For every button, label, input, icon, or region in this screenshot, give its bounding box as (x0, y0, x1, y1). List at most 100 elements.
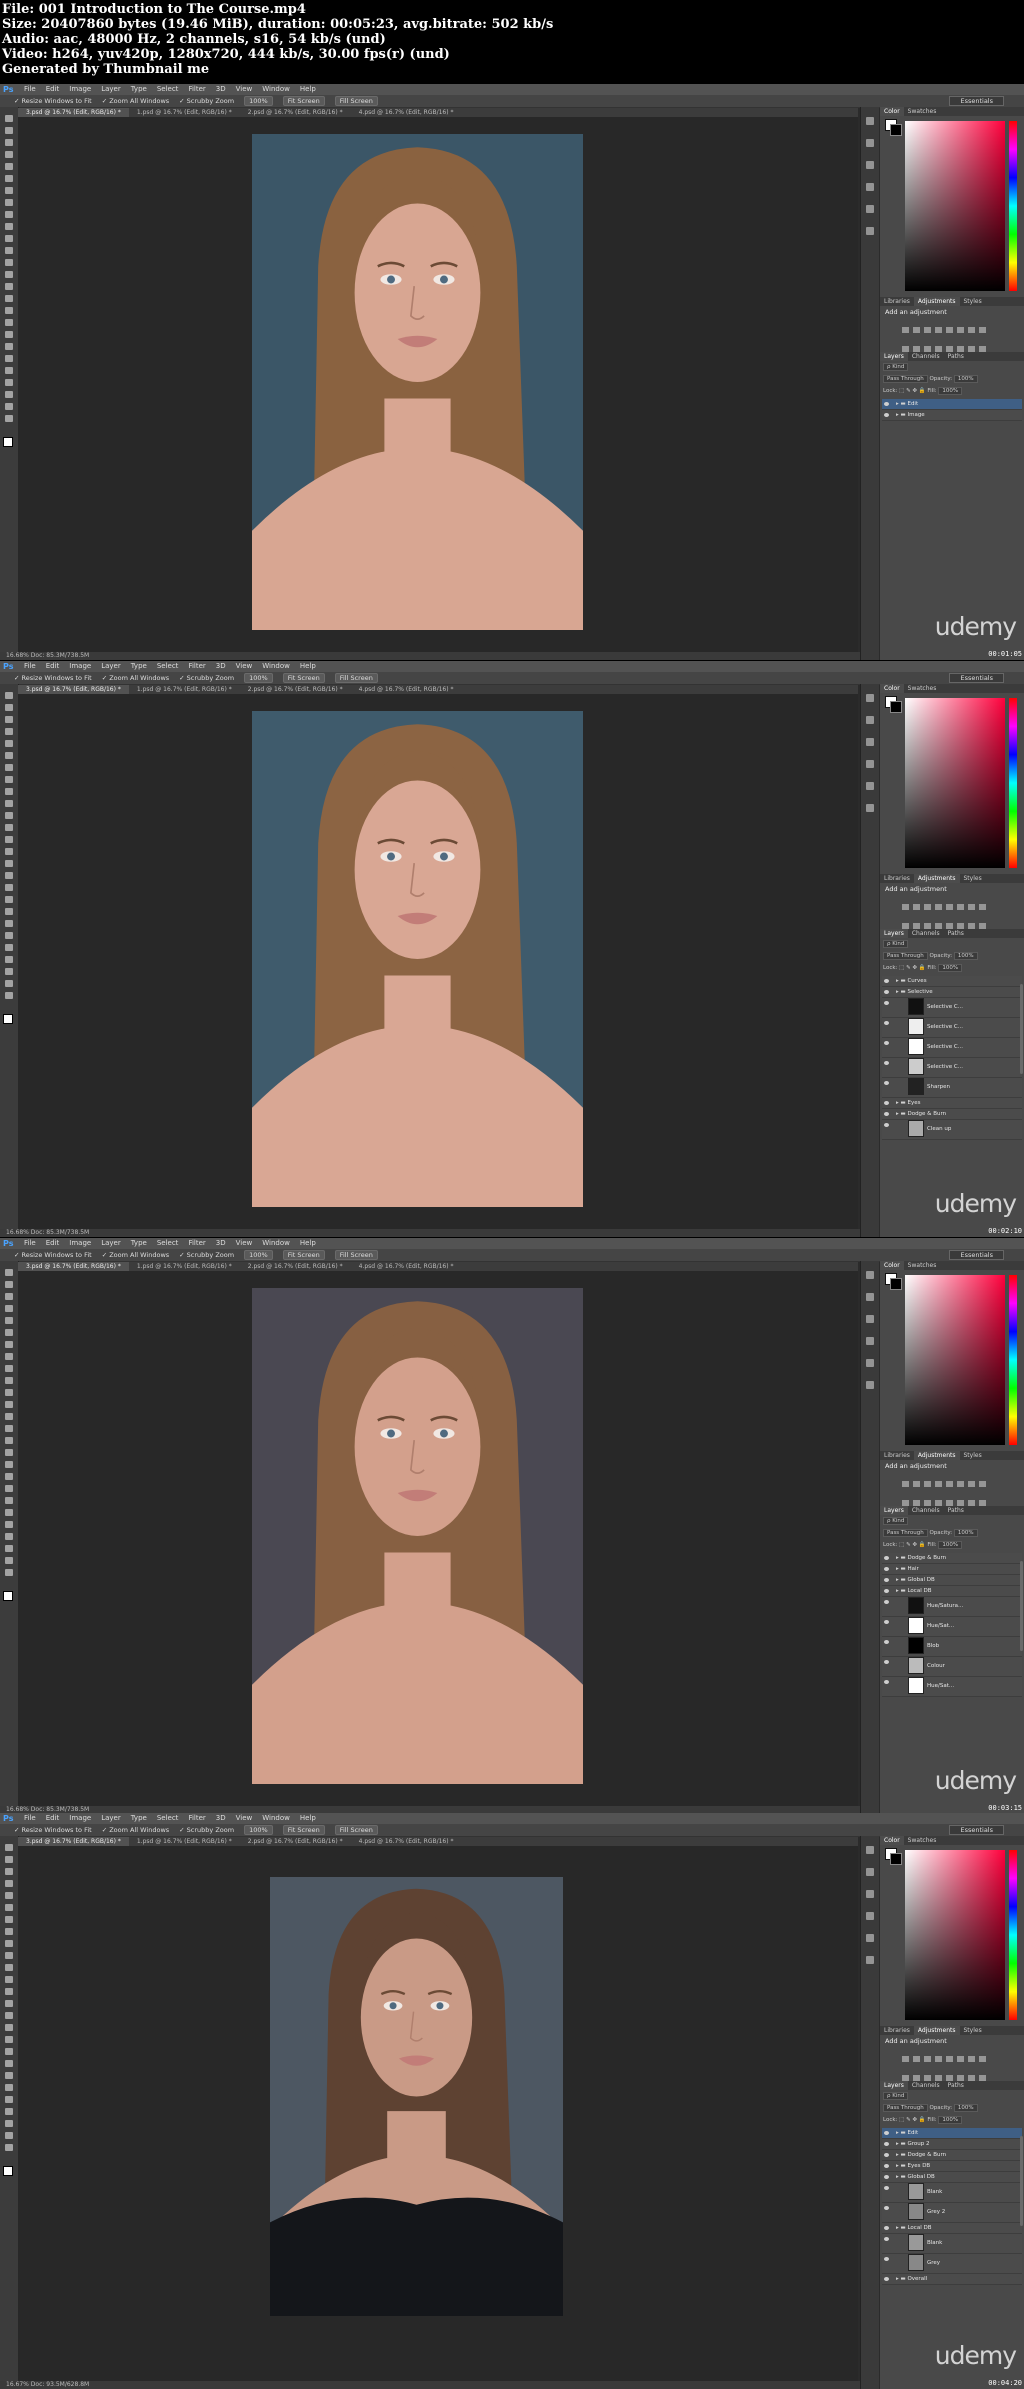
dock-icon[interactable] (866, 738, 874, 746)
layer-row[interactable]: Selective C... (882, 998, 1022, 1018)
tool-icon[interactable] (5, 1928, 13, 1935)
tool-icon[interactable] (5, 992, 13, 999)
tool-icon[interactable] (5, 1401, 13, 1408)
document-tab[interactable]: 1.psd @ 16.7% (Edit, RGB/16) * (129, 685, 240, 694)
visibility-eye-icon[interactable] (884, 2175, 889, 2179)
tool-icon[interactable] (5, 752, 13, 759)
menu-item-help[interactable]: Help (300, 85, 316, 93)
workspace-select[interactable]: Essentials (949, 673, 1004, 683)
foreground-color-swatch[interactable] (3, 1591, 13, 1601)
tool-icon[interactable] (5, 1952, 13, 1959)
menu-item-image[interactable]: Image (69, 662, 91, 670)
layer-row[interactable]: ▸ ▬ Local DB (882, 2223, 1022, 2234)
visibility-eye-icon[interactable] (884, 1061, 889, 1065)
menu-item-filter[interactable]: Filter (188, 1814, 205, 1822)
tool-icon[interactable] (5, 2144, 13, 2151)
tool-icon[interactable] (5, 223, 13, 230)
document-tab[interactable]: 3.psd @ 16.7% (Edit, RGB/16) * (18, 108, 129, 117)
tool-icon[interactable] (5, 271, 13, 278)
layer-row[interactable]: Colour (882, 1657, 1022, 1677)
dock-icon[interactable] (866, 1293, 874, 1301)
visibility-eye-icon[interactable] (884, 1112, 889, 1116)
panel-tab[interactable]: Adjustments (913, 874, 960, 883)
background-swatch[interactable] (890, 1853, 902, 1865)
opacity-input[interactable]: 100% (953, 2104, 978, 2112)
tool-icon[interactable] (5, 1569, 13, 1576)
visibility-eye-icon[interactable] (884, 2226, 889, 2230)
dock-icon[interactable] (866, 716, 874, 724)
visibility-eye-icon[interactable] (884, 1123, 889, 1127)
dock-icon[interactable] (866, 183, 874, 191)
layers-scrollbar[interactable] (1020, 1561, 1023, 1651)
tool-icon[interactable] (5, 1485, 13, 1492)
dock-icon[interactable] (866, 1315, 874, 1323)
menu-item-file[interactable]: File (24, 662, 36, 670)
zoom-100-button[interactable]: 100% (244, 1250, 273, 1260)
panel-tab[interactable]: Libraries (880, 1451, 914, 1460)
tool-icon[interactable] (5, 151, 13, 158)
document-tab[interactable]: 4.psd @ 16.7% (Edit, RGB/16) * (351, 685, 462, 694)
tool-icon[interactable] (5, 1988, 13, 1995)
menu-item-select[interactable]: Select (157, 1239, 179, 1247)
panel-tab[interactable]: Paths (944, 352, 968, 361)
layer-kind-filter[interactable]: ρ Kind (883, 1517, 909, 1525)
panel-tab[interactable]: Libraries (880, 2026, 914, 2035)
adjustment-icon[interactable] (957, 2056, 964, 2062)
opacity-input[interactable]: 100% (953, 952, 978, 960)
menu-item-help[interactable]: Help (300, 662, 316, 670)
document-tab[interactable]: 1.psd @ 16.7% (Edit, RGB/16) * (129, 1262, 240, 1271)
tool-icon[interactable] (5, 2036, 13, 2043)
canvas-area[interactable] (18, 117, 858, 652)
adjustment-icon[interactable] (935, 327, 942, 333)
visibility-eye-icon[interactable] (884, 2186, 889, 2190)
adjustment-icon[interactable] (946, 327, 953, 333)
resize-windows-checkbox[interactable]: ✓ Resize Windows to Fit (14, 1826, 92, 1834)
tool-icon[interactable] (5, 704, 13, 711)
zoom-100-button[interactable]: 100% (244, 673, 273, 683)
menu-item-filter[interactable]: Filter (188, 662, 205, 670)
visibility-eye-icon[interactable] (884, 1620, 889, 1624)
document-tab[interactable]: 4.psd @ 16.7% (Edit, RGB/16) * (351, 1262, 462, 1271)
adjustment-icon[interactable] (968, 2056, 975, 2062)
workspace-select[interactable]: Essentials (949, 96, 1004, 106)
tool-icon[interactable] (5, 1269, 13, 1276)
menu-item-3d[interactable]: 3D (216, 1239, 226, 1247)
document-tab[interactable]: 3.psd @ 16.7% (Edit, RGB/16) * (18, 1262, 129, 1271)
tool-icon[interactable] (5, 1892, 13, 1899)
adjustment-icon[interactable] (913, 1481, 920, 1487)
dock-icon[interactable] (866, 694, 874, 702)
layer-kind-filter[interactable]: ρ Kind (883, 363, 909, 371)
fill-screen-button[interactable]: Fill Screen (334, 673, 378, 683)
dock-icon[interactable] (866, 1934, 874, 1942)
tool-icon[interactable] (5, 331, 13, 338)
panel-tab[interactable]: Layers (880, 2081, 908, 2090)
dock-icon[interactable] (866, 760, 874, 768)
tool-icon[interactable] (5, 1377, 13, 1384)
visibility-eye-icon[interactable] (884, 1680, 889, 1684)
tool-icon[interactable] (5, 1916, 13, 1923)
tool-icon[interactable] (5, 2012, 13, 2019)
tool-icon[interactable] (5, 1461, 13, 1468)
blend-mode-select[interactable]: Pass Through (883, 952, 928, 960)
tool-icon[interactable] (5, 211, 13, 218)
visibility-eye-icon[interactable] (884, 1556, 889, 1560)
adjustment-icon[interactable] (935, 904, 942, 910)
dock-icon[interactable] (866, 1956, 874, 1964)
tool-icon[interactable] (5, 1437, 13, 1444)
adjustment-icon[interactable] (957, 1481, 964, 1487)
tool-icon[interactable] (5, 1329, 13, 1336)
layer-row[interactable]: ▸ ▬ Dodge & Burn (882, 1553, 1022, 1564)
visibility-eye-icon[interactable] (884, 1600, 889, 1604)
layer-row[interactable]: ▸ ▬ Overall (882, 2274, 1022, 2285)
zoom-100-button[interactable]: 100% (244, 1825, 273, 1835)
fit-screen-button[interactable]: Fit Screen (282, 673, 325, 683)
menu-item-3d[interactable]: 3D (216, 85, 226, 93)
fill-input[interactable]: 100% (938, 964, 963, 972)
hue-slider[interactable] (1009, 1275, 1017, 1445)
fit-screen-button[interactable]: Fit Screen (282, 1825, 325, 1835)
tool-icon[interactable] (5, 379, 13, 386)
layers-scrollbar[interactable] (1020, 2136, 1023, 2226)
menu-item-file[interactable]: File (24, 1814, 36, 1822)
layer-row[interactable]: Blob (882, 1637, 1022, 1657)
menu-item-layer[interactable]: Layer (101, 1239, 121, 1247)
